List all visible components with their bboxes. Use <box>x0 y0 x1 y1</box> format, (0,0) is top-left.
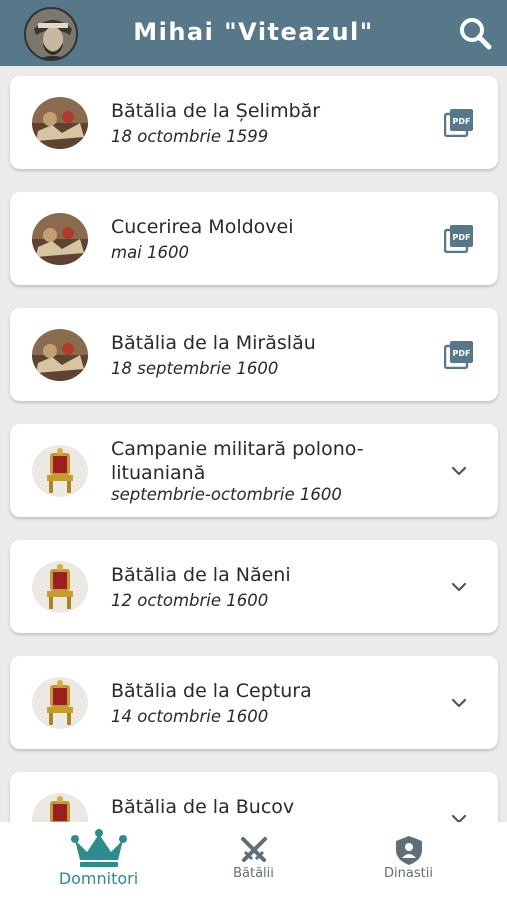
shield-icon <box>395 836 422 865</box>
list-item[interactable]: Bătălia de la Ceptura 14 octombrie 1600 <box>10 656 498 749</box>
app-bar: Mihai "Viteazul" <box>0 0 507 66</box>
battle-title: Bătălia de la Năeni <box>111 564 291 586</box>
crossed-swords-icon <box>240 837 267 862</box>
svg-text:PDF: PDF <box>453 233 471 242</box>
expand-button[interactable] <box>444 689 474 717</box>
pdf-button[interactable]: PDF <box>443 109 474 138</box>
battle-list[interactable]: Bătălia de la Șelimbăr 18 octombrie 1599… <box>0 66 507 822</box>
list-item[interactable]: Bătălia de la Bucov <box>10 772 498 822</box>
nav-item-domnitori[interactable]: Domnitori <box>14 822 183 900</box>
list-item[interactable]: Campanie militară polono-lituaniană sept… <box>10 424 498 517</box>
crown-icon <box>70 829 127 867</box>
battle-title: Cucerirea Moldovei <box>111 216 294 238</box>
chevron-down-icon <box>451 466 467 476</box>
battle-thumbnail <box>32 329 88 381</box>
pdf-icon: PDF <box>443 109 473 138</box>
throne-thumbnail <box>32 677 88 729</box>
battle-title: Bătălia de la Bucov <box>111 796 295 818</box>
pdf-icon: PDF <box>443 225 473 254</box>
battle-date: 12 octombrie 1600 <box>111 591 269 610</box>
bottom-navigation: Domnitori Bătălii Dinastii <box>0 822 507 900</box>
battle-title: Bătălia de la Mirăslău <box>111 332 316 354</box>
battle-date: 14 octombrie 1600 <box>111 707 269 726</box>
chevron-down-icon <box>451 814 467 822</box>
svg-text:PDF: PDF <box>453 349 471 358</box>
list-item[interactable]: Bătălia de la Șelimbăr 18 octombrie 1599… <box>10 76 498 169</box>
battle-date: septembrie-octombrie 1600 <box>111 485 342 504</box>
battle-date: 18 septembrie 1600 <box>111 359 279 378</box>
list-item[interactable]: Cucerirea Moldovei mai 1600 PDF <box>10 192 498 285</box>
battle-thumbnail <box>32 97 88 149</box>
battle-thumbnail <box>32 213 88 265</box>
pdf-button[interactable]: PDF <box>443 341 474 370</box>
battle-title: Campanie militară polono-lituaniană <box>111 438 364 484</box>
nav-label: Dinastii <box>384 866 433 881</box>
chevron-down-icon <box>451 698 467 708</box>
battle-title: Bătălia de la Șelimbăr <box>111 100 321 122</box>
throne-thumbnail <box>32 561 88 613</box>
nav-item-dinastii[interactable]: Dinastii <box>324 822 493 900</box>
search-icon <box>460 18 492 50</box>
expand-button[interactable] <box>444 457 474 485</box>
search-button[interactable] <box>457 15 493 51</box>
pdf-icon: PDF <box>443 341 473 370</box>
chevron-down-icon <box>451 582 467 592</box>
pdf-button[interactable]: PDF <box>443 225 474 254</box>
nav-label: Domnitori <box>58 869 139 888</box>
battle-title: Bătălia de la Ceptura <box>111 680 312 702</box>
expand-button[interactable] <box>444 573 474 601</box>
expand-button[interactable] <box>444 805 474 822</box>
list-item[interactable]: Bătălia de la Năeni 12 octombrie 1600 <box>10 540 498 633</box>
battle-date: 18 octombrie 1599 <box>111 127 269 146</box>
throne-thumbnail <box>32 445 88 497</box>
throne-thumbnail <box>32 793 88 822</box>
nav-item-batalii[interactable]: Bătălii <box>169 822 338 900</box>
battle-date: mai 1600 <box>111 243 190 262</box>
app-title: Mihai "Viteazul" <box>133 18 374 46</box>
svg-text:PDF: PDF <box>453 117 471 126</box>
list-item[interactable]: Bătălia de la Mirăslău 18 septembrie 160… <box>10 308 498 401</box>
nav-label: Bătălii <box>233 866 274 881</box>
